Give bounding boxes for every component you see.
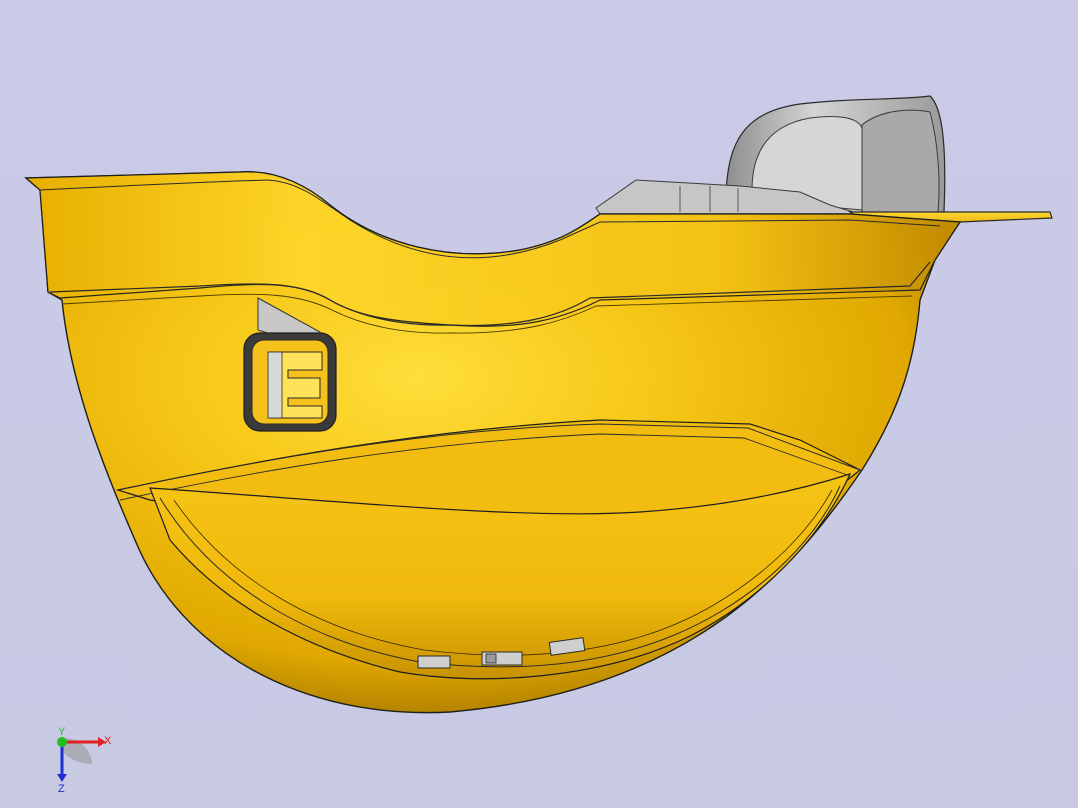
- z-axis-label: Z: [58, 783, 65, 794]
- x-axis-label: X: [104, 735, 112, 747]
- axis-triad: X Y Z: [57, 726, 112, 794]
- helmet-model[interactable]: [0, 0, 1078, 808]
- z-axis-arrow: [57, 774, 67, 782]
- graphics-viewport[interactable]: X Y Z: [0, 0, 1078, 808]
- inner-liner[interactable]: [595, 95, 946, 216]
- y-axis-dot: [57, 737, 67, 747]
- y-axis-label: Y: [58, 726, 66, 738]
